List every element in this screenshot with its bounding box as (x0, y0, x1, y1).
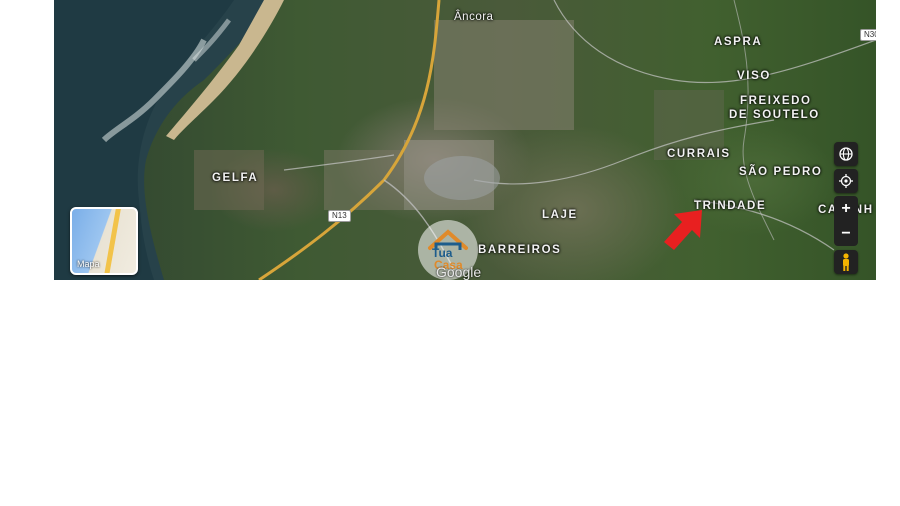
place-label-currais: CURRAIS (667, 148, 731, 160)
zoom-in-button[interactable]: + (834, 196, 858, 221)
place-label-laje: LAJE (542, 209, 578, 221)
place-label-sao-pedro: SÃO PEDRO (739, 166, 823, 178)
my-location-button[interactable] (834, 169, 858, 193)
road-shield-n13: N13 (328, 210, 351, 222)
map-type-toggle[interactable]: Mapa (70, 207, 138, 275)
place-label-freixedo: FREIXEDO (740, 95, 812, 107)
pegman-icon (843, 253, 849, 271)
zoom-controls: + − (834, 196, 858, 246)
street-view-pegman-button[interactable] (834, 250, 858, 274)
globe-button[interactable] (834, 142, 858, 166)
road-shield-n30: N30 (860, 29, 876, 41)
place-label-gelfa: GELFA (212, 172, 259, 184)
location-arrow-icon (664, 210, 702, 250)
google-attribution: Google (436, 264, 482, 280)
map-type-label: Mapa (77, 259, 100, 269)
thumb-road (103, 209, 122, 273)
locate-icon (839, 174, 853, 188)
zoom-in-icon: + (841, 199, 851, 217)
place-label-ancora: Âncora (454, 11, 494, 23)
zoom-out-icon: − (841, 224, 851, 242)
place-label-viso: VISO (737, 70, 771, 82)
globe-icon (839, 147, 853, 161)
place-label-aspra: ASPRA (714, 36, 763, 48)
satellite-map[interactable]: Âncora ASPRA VISO FREIXEDO DE SOUTELO CU… (54, 0, 876, 280)
place-label-de-soutelo: DE SOUTELO (729, 109, 820, 121)
place-label-barreiros: BARREIROS (478, 244, 562, 256)
zoom-out-button[interactable]: − (834, 221, 858, 246)
